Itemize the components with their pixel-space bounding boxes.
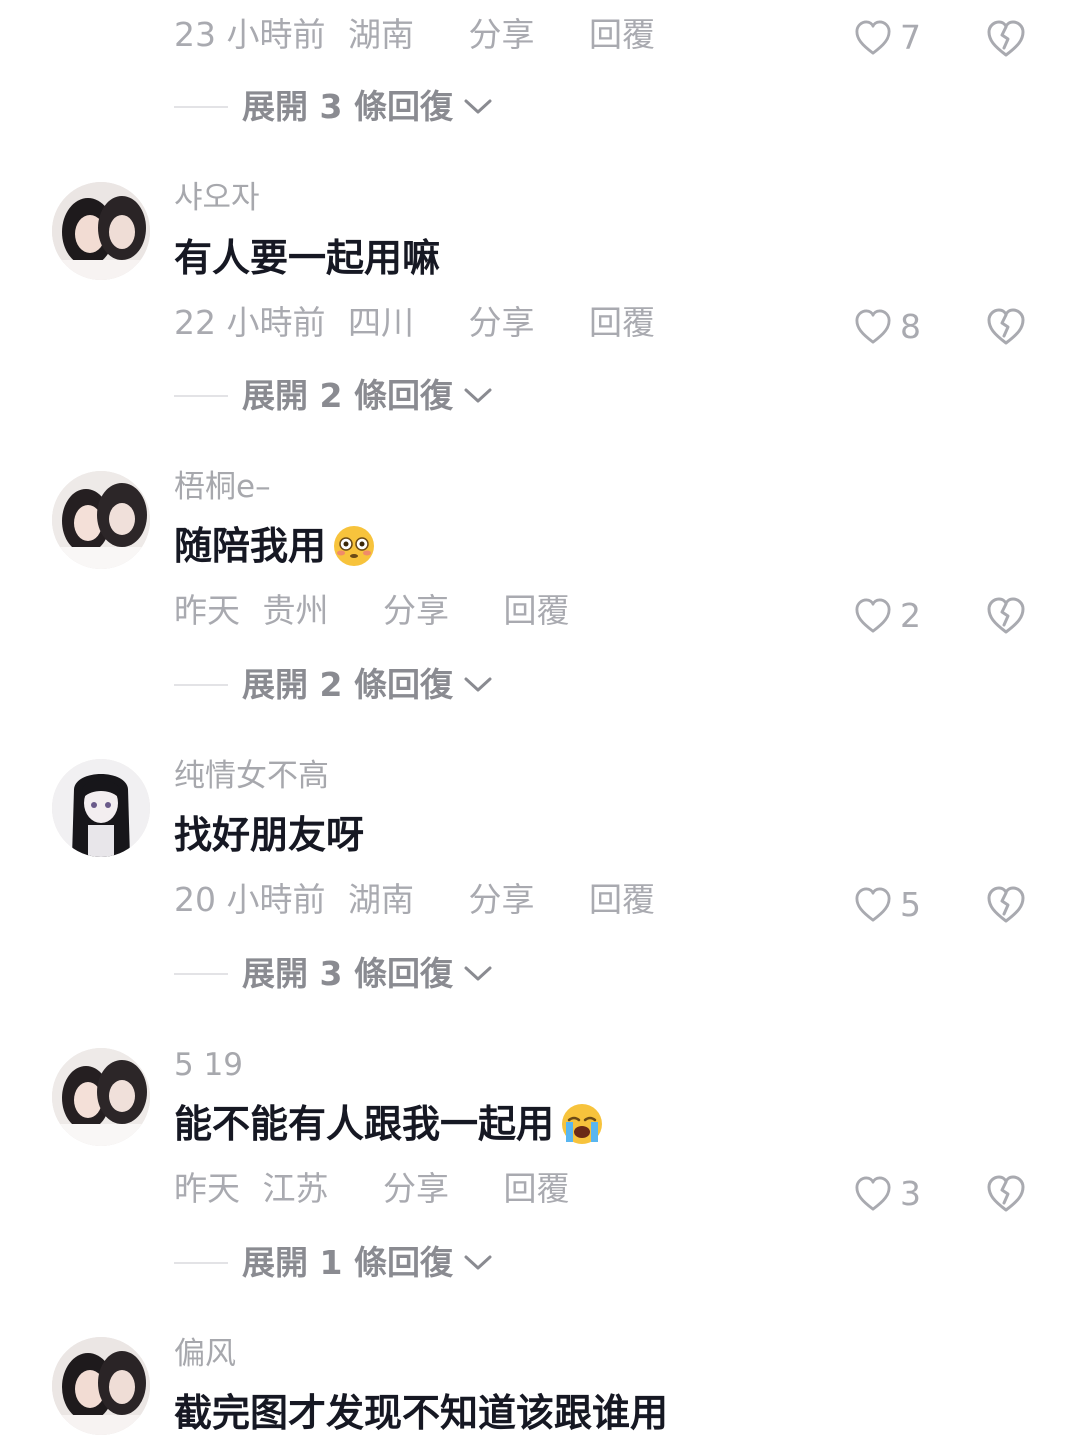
comment-time: 昨天 — [174, 591, 240, 630]
expand-replies-label: 展開 2 條回復 — [242, 665, 453, 704]
comment-text: 能不能有人跟我一起用 — [174, 1099, 604, 1149]
dislike-button[interactable] — [986, 20, 1026, 58]
like-button[interactable]: 8 — [854, 305, 921, 349]
comment-time: 昨天 — [174, 1169, 240, 1208]
comment-text-content: 找好朋友呀 — [174, 813, 365, 857]
expand-replies-button[interactable]: 展開 2 條回復 — [174, 663, 493, 707]
reply-button[interactable]: 回覆 — [504, 589, 570, 633]
like-button[interactable]: 7 — [854, 16, 921, 60]
avatar-image — [52, 471, 150, 569]
comment-region: 贵州 — [262, 591, 329, 630]
divider-line — [174, 106, 228, 108]
dislike-button[interactable] — [986, 308, 1026, 346]
avatar[interactable] — [52, 1337, 150, 1435]
expand-replies-button[interactable]: 展開 1 條回復 — [174, 1241, 493, 1285]
comment-text: 随陪我用 — [174, 521, 376, 571]
expand-replies-button[interactable]: 展開 3 條回復 — [174, 952, 493, 996]
chevron-down-icon — [464, 99, 492, 114]
like-count: 7 — [900, 18, 921, 57]
like-button[interactable]: 3 — [854, 1172, 921, 1216]
comment-region: 湖南 — [347, 15, 414, 54]
comment-username[interactable]: 偏风 — [174, 1334, 236, 1374]
dislike-button[interactable] — [986, 886, 1026, 924]
like-count: 8 — [900, 307, 921, 346]
broken-heart-icon — [987, 308, 1025, 345]
comment-region: 江苏 — [262, 1169, 329, 1208]
divider-line — [174, 395, 228, 397]
expand-replies-label: 展開 3 條回復 — [242, 954, 453, 993]
avatar[interactable] — [52, 182, 150, 280]
chevron-down-icon — [464, 677, 492, 692]
share-button[interactable]: 分享 — [468, 878, 534, 922]
divider-line — [174, 973, 228, 975]
comment-meta: 23 小時前 湖南 分享 回覆 — [174, 13, 655, 57]
like-button[interactable]: 2 — [854, 594, 921, 638]
comment-time: 20 小時前 — [174, 880, 326, 919]
comment-text: 有人要一起用嘛 — [174, 233, 440, 283]
reply-button[interactable]: 回覆 — [589, 301, 655, 345]
heart-icon — [855, 20, 891, 55]
broken-heart-icon — [987, 597, 1025, 634]
comment-text: 找好朋友呀 — [174, 810, 364, 860]
like-count: 5 — [900, 885, 921, 924]
expand-replies-label: 展開 3 條回復 — [242, 87, 453, 126]
divider-line — [174, 1262, 228, 1264]
share-button[interactable]: 分享 — [383, 589, 449, 633]
reply-button[interactable]: 回覆 — [589, 878, 655, 922]
comment-meta: 20 小時前 湖南 分享 回覆 — [174, 878, 655, 922]
avatar-image — [52, 759, 150, 857]
comment-text-content: 能不能有人跟我一起用 — [174, 1102, 555, 1146]
avatar[interactable] — [52, 471, 150, 569]
comment-meta: 昨天 贵州 分享 回覆 — [174, 589, 570, 633]
comment-meta: 昨天 江苏 分享 回覆 — [174, 1167, 570, 1211]
comment-text-content: 随陪我用 — [174, 524, 327, 568]
share-button[interactable]: 分享 — [468, 301, 534, 345]
avatar-image — [52, 1337, 150, 1435]
reply-button[interactable]: 回覆 — [589, 13, 655, 57]
chevron-down-icon — [464, 1255, 492, 1270]
dislike-button[interactable] — [986, 597, 1026, 635]
expand-replies-label: 展開 2 條回復 — [242, 376, 453, 415]
dislike-button[interactable] — [986, 1175, 1026, 1213]
broken-heart-icon — [987, 886, 1025, 923]
comment-username[interactable]: 5 19 — [174, 1045, 243, 1085]
comment-username[interactable]: 샤오자 — [174, 178, 260, 218]
avatar[interactable] — [52, 759, 150, 857]
expand-replies-button[interactable]: 展開 2 條回復 — [174, 374, 493, 418]
comment-time: 22 小時前 — [174, 303, 326, 342]
heart-icon — [855, 887, 891, 922]
chevron-down-icon — [464, 388, 492, 403]
comment-username[interactable]: 梧桐e– — [174, 467, 271, 507]
reply-button[interactable]: 回覆 — [504, 1167, 570, 1211]
like-count: 3 — [900, 1174, 921, 1213]
like-button[interactable]: 5 — [854, 883, 921, 927]
avatar-image — [52, 182, 150, 280]
avatar-image — [52, 1048, 150, 1146]
heart-icon — [855, 598, 891, 633]
like-count: 2 — [900, 596, 921, 635]
expand-replies-button[interactable]: 展開 3 條回復 — [174, 85, 493, 129]
share-button[interactable]: 分享 — [468, 13, 534, 57]
comment-username[interactable]: 纯情女不高 — [174, 756, 329, 796]
avatar[interactable] — [52, 1048, 150, 1146]
comment-text: 截完图才发现不知道该跟谁用 — [174, 1388, 668, 1438]
heart-icon — [855, 1176, 891, 1211]
crying-face-emoji-icon — [562, 1104, 603, 1144]
comment-text-content: 有人要一起用嘛 — [174, 236, 441, 280]
broken-heart-icon — [987, 20, 1025, 57]
flushed-face-emoji-icon — [334, 526, 375, 566]
comment-region: 湖南 — [347, 880, 414, 919]
comment-meta: 22 小時前 四川 分享 回覆 — [174, 301, 655, 345]
comment-region: 四川 — [347, 303, 414, 342]
broken-heart-icon — [987, 1175, 1025, 1212]
divider-line — [174, 684, 228, 686]
chevron-down-icon — [464, 966, 492, 981]
comment-text-content: 截完图才发现不知道该跟谁用 — [174, 1391, 669, 1435]
comment-time: 23 小時前 — [174, 15, 326, 54]
expand-replies-label: 展開 1 條回復 — [242, 1243, 453, 1282]
share-button[interactable]: 分享 — [383, 1167, 449, 1211]
heart-icon — [855, 309, 891, 344]
